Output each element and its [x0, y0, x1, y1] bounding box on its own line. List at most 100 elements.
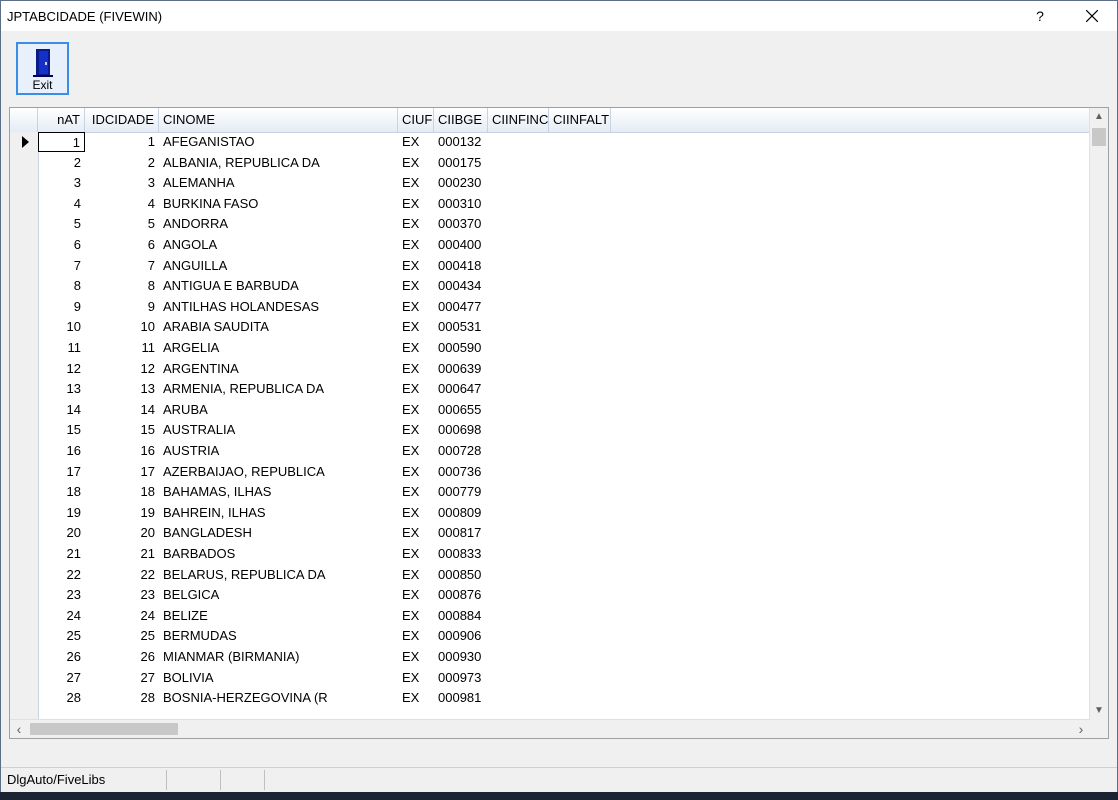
cell-ciibge[interactable]: 000647 — [434, 379, 488, 399]
header-ciibge[interactable]: CIIBGE — [434, 108, 488, 132]
table-row[interactable]: 11 11 ARGELIA EX 000590 — [10, 338, 1090, 359]
cell-cinome[interactable]: BAHAMAS, ILHAS — [159, 482, 398, 502]
table-row[interactable]: 24 24 BELIZE EX 000884 — [10, 606, 1090, 627]
table-row[interactable]: 9 9 ANTILHAS HOLANDESAS EX 000477 — [10, 297, 1090, 318]
cell-ciuf[interactable]: EX — [398, 256, 434, 276]
cell-cinome[interactable]: AUSTRALIA — [159, 420, 398, 440]
cell-idcidade[interactable]: 15 — [85, 420, 159, 440]
cell-nat[interactable]: 1 — [38, 132, 85, 152]
cell-idcidade[interactable]: 14 — [85, 400, 159, 420]
cell-nat[interactable]: 21 — [38, 544, 85, 564]
cell-idcidade[interactable]: 23 — [85, 585, 159, 605]
cell-ciibge[interactable]: 000930 — [434, 647, 488, 667]
cell-ciibge[interactable]: 000981 — [434, 688, 488, 708]
cell-nat[interactable]: 4 — [38, 194, 85, 214]
close-button[interactable] — [1067, 3, 1117, 29]
cell-nat[interactable]: 28 — [38, 688, 85, 708]
cell-idcidade[interactable]: 12 — [85, 359, 159, 379]
cell-nat[interactable]: 13 — [38, 379, 85, 399]
cell-ciibge[interactable]: 000809 — [434, 503, 488, 523]
cell-ciuf[interactable]: EX — [398, 153, 434, 173]
header-ciinfalt[interactable]: CIINFALT — [549, 108, 611, 132]
cell-ciuf[interactable]: EX — [398, 688, 434, 708]
table-row[interactable]: 12 12 ARGENTINA EX 000639 — [10, 359, 1090, 380]
cell-cinome[interactable]: AZERBAIJAO, REPUBLICA — [159, 462, 398, 482]
cell-ciuf[interactable]: EX — [398, 565, 434, 585]
cell-nat[interactable]: 18 — [38, 482, 85, 502]
cell-ciibge[interactable]: 000884 — [434, 606, 488, 626]
table-row[interactable]: 18 18 BAHAMAS, ILHAS EX 000779 — [10, 482, 1090, 503]
cell-idcidade[interactable]: 3 — [85, 173, 159, 193]
table-row[interactable]: 19 19 BAHREIN, ILHAS EX 000809 — [10, 503, 1090, 524]
vertical-scroll-thumb[interactable] — [1092, 128, 1106, 146]
cell-ciibge[interactable]: 000132 — [434, 132, 488, 152]
horizontal-scrollbar[interactable]: ‹ › — [10, 719, 1090, 738]
cell-nat[interactable]: 9 — [38, 297, 85, 317]
cell-ciuf[interactable]: EX — [398, 400, 434, 420]
cell-idcidade[interactable]: 18 — [85, 482, 159, 502]
table-row[interactable]: 8 8 ANTIGUA E BARBUDA EX 000434 — [10, 276, 1090, 297]
cell-ciibge[interactable]: 000370 — [434, 214, 488, 234]
header-idcidade[interactable]: IDCIDADE — [85, 108, 159, 132]
cell-ciuf[interactable]: EX — [398, 523, 434, 543]
table-row[interactable]: 22 22 BELARUS, REPUBLICA DA EX 000850 — [10, 565, 1090, 586]
cell-idcidade[interactable]: 19 — [85, 503, 159, 523]
cell-idcidade[interactable]: 9 — [85, 297, 159, 317]
cell-ciibge[interactable]: 000779 — [434, 482, 488, 502]
cell-idcidade[interactable]: 28 — [85, 688, 159, 708]
scroll-right-icon[interactable]: › — [1072, 720, 1090, 738]
cell-ciuf[interactable]: EX — [398, 317, 434, 337]
table-row[interactable]: 7 7 ANGUILLA EX 000418 — [10, 256, 1090, 277]
cell-idcidade[interactable]: 5 — [85, 214, 159, 234]
cell-ciibge[interactable]: 000906 — [434, 626, 488, 646]
scroll-up-icon[interactable]: ▲ — [1090, 108, 1108, 126]
table-row[interactable]: 4 4 BURKINA FASO EX 000310 — [10, 194, 1090, 215]
table-row[interactable]: 21 21 BARBADOS EX 000833 — [10, 544, 1090, 565]
cell-ciibge[interactable]: 000817 — [434, 523, 488, 543]
cell-cinome[interactable]: BOLIVIA — [159, 668, 398, 688]
cell-cinome[interactable]: AFEGANISTAO — [159, 132, 398, 152]
cell-ciibge[interactable]: 000876 — [434, 585, 488, 605]
cell-idcidade[interactable]: 21 — [85, 544, 159, 564]
exit-button[interactable]: Exit — [16, 42, 69, 95]
table-row[interactable]: 20 20 BANGLADESH EX 000817 — [10, 523, 1090, 544]
cell-nat[interactable]: 24 — [38, 606, 85, 626]
cell-cinome[interactable]: BARBADOS — [159, 544, 398, 564]
cell-idcidade[interactable]: 22 — [85, 565, 159, 585]
cell-idcidade[interactable]: 24 — [85, 606, 159, 626]
header-ciuf[interactable]: CIUF — [398, 108, 434, 132]
cell-cinome[interactable]: ALEMANHA — [159, 173, 398, 193]
cell-ciuf[interactable]: EX — [398, 585, 434, 605]
cell-cinome[interactable]: ARABIA SAUDITA — [159, 317, 398, 337]
cell-nat[interactable]: 7 — [38, 256, 85, 276]
table-row[interactable]: 2 2 ALBANIA, REPUBLICA DA EX 000175 — [10, 153, 1090, 174]
cell-cinome[interactable]: AUSTRIA — [159, 441, 398, 461]
cell-cinome[interactable]: ANGUILLA — [159, 256, 398, 276]
cell-ciibge[interactable]: 000698 — [434, 420, 488, 440]
cell-cinome[interactable]: ALBANIA, REPUBLICA DA — [159, 153, 398, 173]
cell-ciibge[interactable]: 000418 — [434, 256, 488, 276]
cell-ciuf[interactable]: EX — [398, 359, 434, 379]
cell-ciuf[interactable]: EX — [398, 194, 434, 214]
cell-ciibge[interactable]: 000400 — [434, 235, 488, 255]
cell-cinome[interactable]: BOSNIA-HERZEGOVINA (R — [159, 688, 398, 708]
table-row[interactable]: 15 15 AUSTRALIA EX 000698 — [10, 420, 1090, 441]
cell-ciuf[interactable]: EX — [398, 503, 434, 523]
cell-idcidade[interactable]: 17 — [85, 462, 159, 482]
table-row[interactable]: 6 6 ANGOLA EX 000400 — [10, 235, 1090, 256]
cell-ciibge[interactable]: 000590 — [434, 338, 488, 358]
cell-nat[interactable]: 23 — [38, 585, 85, 605]
cell-cinome[interactable]: ANTIGUA E BARBUDA — [159, 276, 398, 296]
scroll-left-icon[interactable]: ‹ — [10, 720, 28, 738]
cell-ciuf[interactable]: EX — [398, 420, 434, 440]
cell-ciibge[interactable]: 000477 — [434, 297, 488, 317]
cell-idcidade[interactable]: 10 — [85, 317, 159, 337]
cell-ciuf[interactable]: EX — [398, 647, 434, 667]
cell-ciibge[interactable]: 000973 — [434, 668, 488, 688]
cell-ciuf[interactable]: EX — [398, 297, 434, 317]
cell-nat[interactable]: 25 — [38, 626, 85, 646]
cell-ciuf[interactable]: EX — [398, 173, 434, 193]
table-row[interactable]: 10 10 ARABIA SAUDITA EX 000531 — [10, 317, 1090, 338]
table-row[interactable]: 25 25 BERMUDAS EX 000906 — [10, 626, 1090, 647]
cell-nat[interactable]: 14 — [38, 400, 85, 420]
